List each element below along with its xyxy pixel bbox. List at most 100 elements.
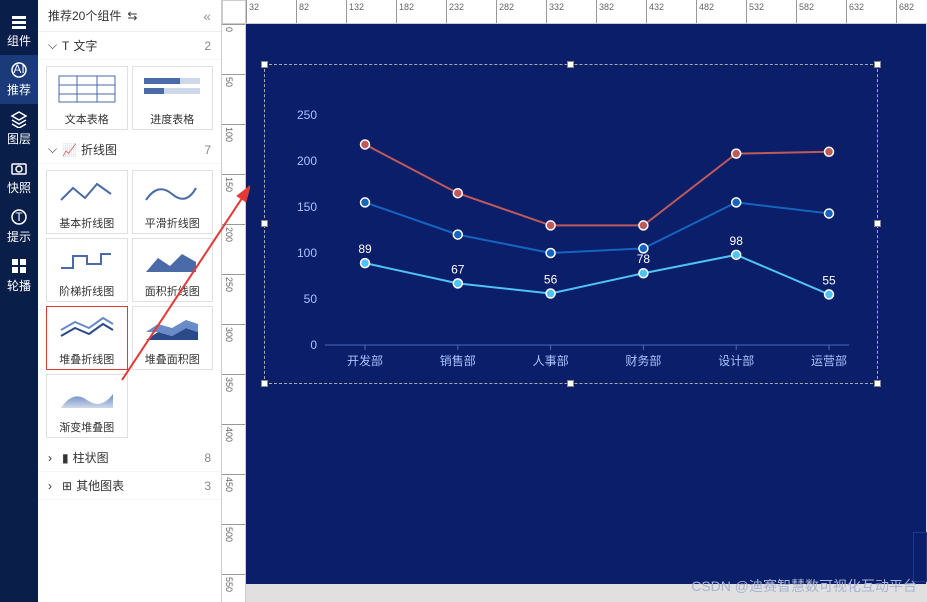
- data-point: [546, 221, 555, 230]
- resize-handle-bl[interactable]: [261, 380, 268, 387]
- hruler-tick: 232: [446, 0, 464, 23]
- group-icon: T: [62, 39, 69, 53]
- left-tab-carousel[interactable]: 轮播: [0, 251, 38, 300]
- resize-handle-br[interactable]: [874, 380, 881, 387]
- data-label: 89: [358, 242, 372, 256]
- hruler-tick: 182: [396, 0, 414, 23]
- vruler-tick: 100: [222, 124, 245, 142]
- hruler-tick: 432: [646, 0, 664, 23]
- vertical-ruler: 050100150200250300350400450500550: [222, 24, 246, 602]
- thumb-label: 堆叠面积图: [145, 351, 200, 367]
- left-tab-hints[interactable]: T提示: [0, 202, 38, 251]
- data-point: [361, 198, 370, 207]
- data-point: [546, 249, 555, 258]
- chevron-down-icon: ⌵: [48, 38, 58, 53]
- thumb-stack-line[interactable]: 堆叠折线图: [46, 306, 128, 370]
- resize-handle-bm[interactable]: [567, 380, 574, 387]
- thumb-label: 平滑折线图: [145, 215, 200, 231]
- group-label: 文字: [73, 37, 97, 54]
- hruler-tick: 282: [496, 0, 514, 23]
- y-tick-label: 100: [297, 246, 317, 260]
- thumb-stack-area[interactable]: 堆叠面积图: [132, 306, 214, 370]
- resize-handle-tl[interactable]: [261, 61, 268, 68]
- resize-handle-tm[interactable]: [567, 61, 574, 68]
- hruler-tick: 132: [346, 0, 364, 23]
- data-label: 56: [544, 272, 558, 286]
- hruler-tick: 532: [746, 0, 764, 23]
- component-panel: 推荐20个组件 ⇆ « ⌵T文字2文本表格进度表格⌵📈折线图7基本折线图平滑折线…: [38, 0, 222, 602]
- group-count: 3: [204, 479, 211, 493]
- hruler-tick: 682: [896, 0, 914, 23]
- data-point: [639, 269, 648, 278]
- thumb-text-table[interactable]: 文本表格: [46, 66, 128, 130]
- thumb-preview: [138, 175, 206, 211]
- data-point: [732, 149, 741, 158]
- canvas-area[interactable]: 050100150200250开发部销售部人事部财务部设计部运营部8967567…: [246, 24, 927, 602]
- group-count: 8: [204, 451, 211, 465]
- thumb-basic-line[interactable]: 基本折线图: [46, 170, 128, 234]
- group-body-line: 基本折线图 平滑折线图阶梯折线图 面积折线图堆叠折线图堆叠面积图渐变堆叠图: [38, 164, 221, 444]
- thumb-label: 进度表格: [150, 111, 194, 127]
- left-tab-ai[interactable]: AI推荐: [0, 55, 38, 104]
- selected-chart-widget[interactable]: 050100150200250开发部销售部人事部财务部设计部运营部8967567…: [264, 64, 878, 384]
- group-icon: ⊞: [62, 479, 72, 493]
- group-icon: ▮: [62, 451, 69, 465]
- left-tab-layers[interactable]: 图层: [0, 104, 38, 153]
- swap-icon[interactable]: ⇆: [127, 9, 137, 23]
- line-series: [365, 202, 829, 253]
- hruler-tick: 632: [846, 0, 864, 23]
- data-point: [453, 189, 462, 198]
- vruler-tick: 150: [222, 174, 245, 192]
- data-point: [361, 140, 370, 149]
- groups-container: ⌵T文字2文本表格进度表格⌵📈折线图7基本折线图平滑折线图阶梯折线图面积折线图堆…: [38, 32, 221, 500]
- group-header-line[interactable]: ⌵📈折线图7: [38, 136, 221, 164]
- line-series: [365, 255, 829, 295]
- group-count: 2: [204, 39, 211, 53]
- x-tick-label: 运营部: [811, 353, 847, 368]
- group-header-text[interactable]: ⌵ T 文字 2: [38, 32, 221, 60]
- y-tick-label: 150: [297, 200, 317, 214]
- y-tick-label: 50: [304, 292, 318, 306]
- y-tick-label: 200: [297, 154, 317, 168]
- vruler-tick: 300: [222, 324, 245, 342]
- group-icon: 📈: [62, 143, 77, 157]
- data-point: [453, 279, 462, 288]
- group-body-text: 文本表格 进度表格: [38, 60, 221, 136]
- design-canvas[interactable]: 050100150200250开发部销售部人事部财务部设计部运营部8967567…: [246, 24, 926, 584]
- thumb-preview: [138, 243, 206, 279]
- vruler-tick: 350: [222, 374, 245, 392]
- vruler-tick: 400: [222, 424, 245, 442]
- group-header-other[interactable]: ›⊞其他图表3: [38, 472, 221, 500]
- right-dock-handle[interactable]: [913, 532, 927, 582]
- hruler-tick: 382: [596, 0, 614, 23]
- hruler-tick: 82: [296, 0, 309, 23]
- left-tab-snapshot[interactable]: 快照: [0, 153, 38, 202]
- panel-header: 推荐20个组件 ⇆ «: [38, 0, 221, 32]
- thumb-label: 面积折线图: [145, 283, 200, 299]
- app-root: 组件AI推荐图层快照T提示轮播 推荐20个组件 ⇆ « ⌵ T 文字 2 文本表格 进度表…: [0, 0, 927, 602]
- stacked-line-chart: 050100150200250开发部销售部人事部财务部设计部运营部8967567…: [265, 65, 879, 385]
- left-tab-components[interactable]: 组件: [0, 6, 38, 55]
- thumb-label: 基本折线图: [59, 215, 114, 231]
- thumb-smooth-line[interactable]: 平滑折线图: [132, 170, 214, 234]
- thumb-step-line[interactable]: 阶梯折线图: [46, 238, 128, 302]
- x-tick-label: 财务部: [625, 353, 661, 368]
- resize-handle-tr[interactable]: [874, 61, 881, 68]
- group-label: 折线图: [81, 141, 117, 158]
- collapse-panel-icon[interactable]: «: [203, 8, 211, 24]
- data-point: [732, 198, 741, 207]
- left-toolbar: 组件AI推荐图层快照T提示轮播: [0, 0, 38, 602]
- data-point: [732, 250, 741, 259]
- hruler-tick: 32: [246, 0, 259, 23]
- resize-handle-lm[interactable]: [261, 220, 268, 227]
- ruler-corner: [222, 0, 246, 24]
- thumb-area-line[interactable]: 面积折线图: [132, 238, 214, 302]
- thumb-preview: [53, 175, 121, 211]
- group-header-bar[interactable]: ›▮柱状图8: [38, 444, 221, 472]
- thumb-label: 文本表格: [65, 111, 109, 127]
- thumb-label: 阶梯折线图: [59, 283, 114, 299]
- resize-handle-rm[interactable]: [874, 220, 881, 227]
- data-point: [825, 209, 834, 218]
- thumb-progress-table[interactable]: 进度表格: [132, 66, 214, 130]
- thumb-gradient-stack[interactable]: 渐变堆叠图: [46, 374, 128, 438]
